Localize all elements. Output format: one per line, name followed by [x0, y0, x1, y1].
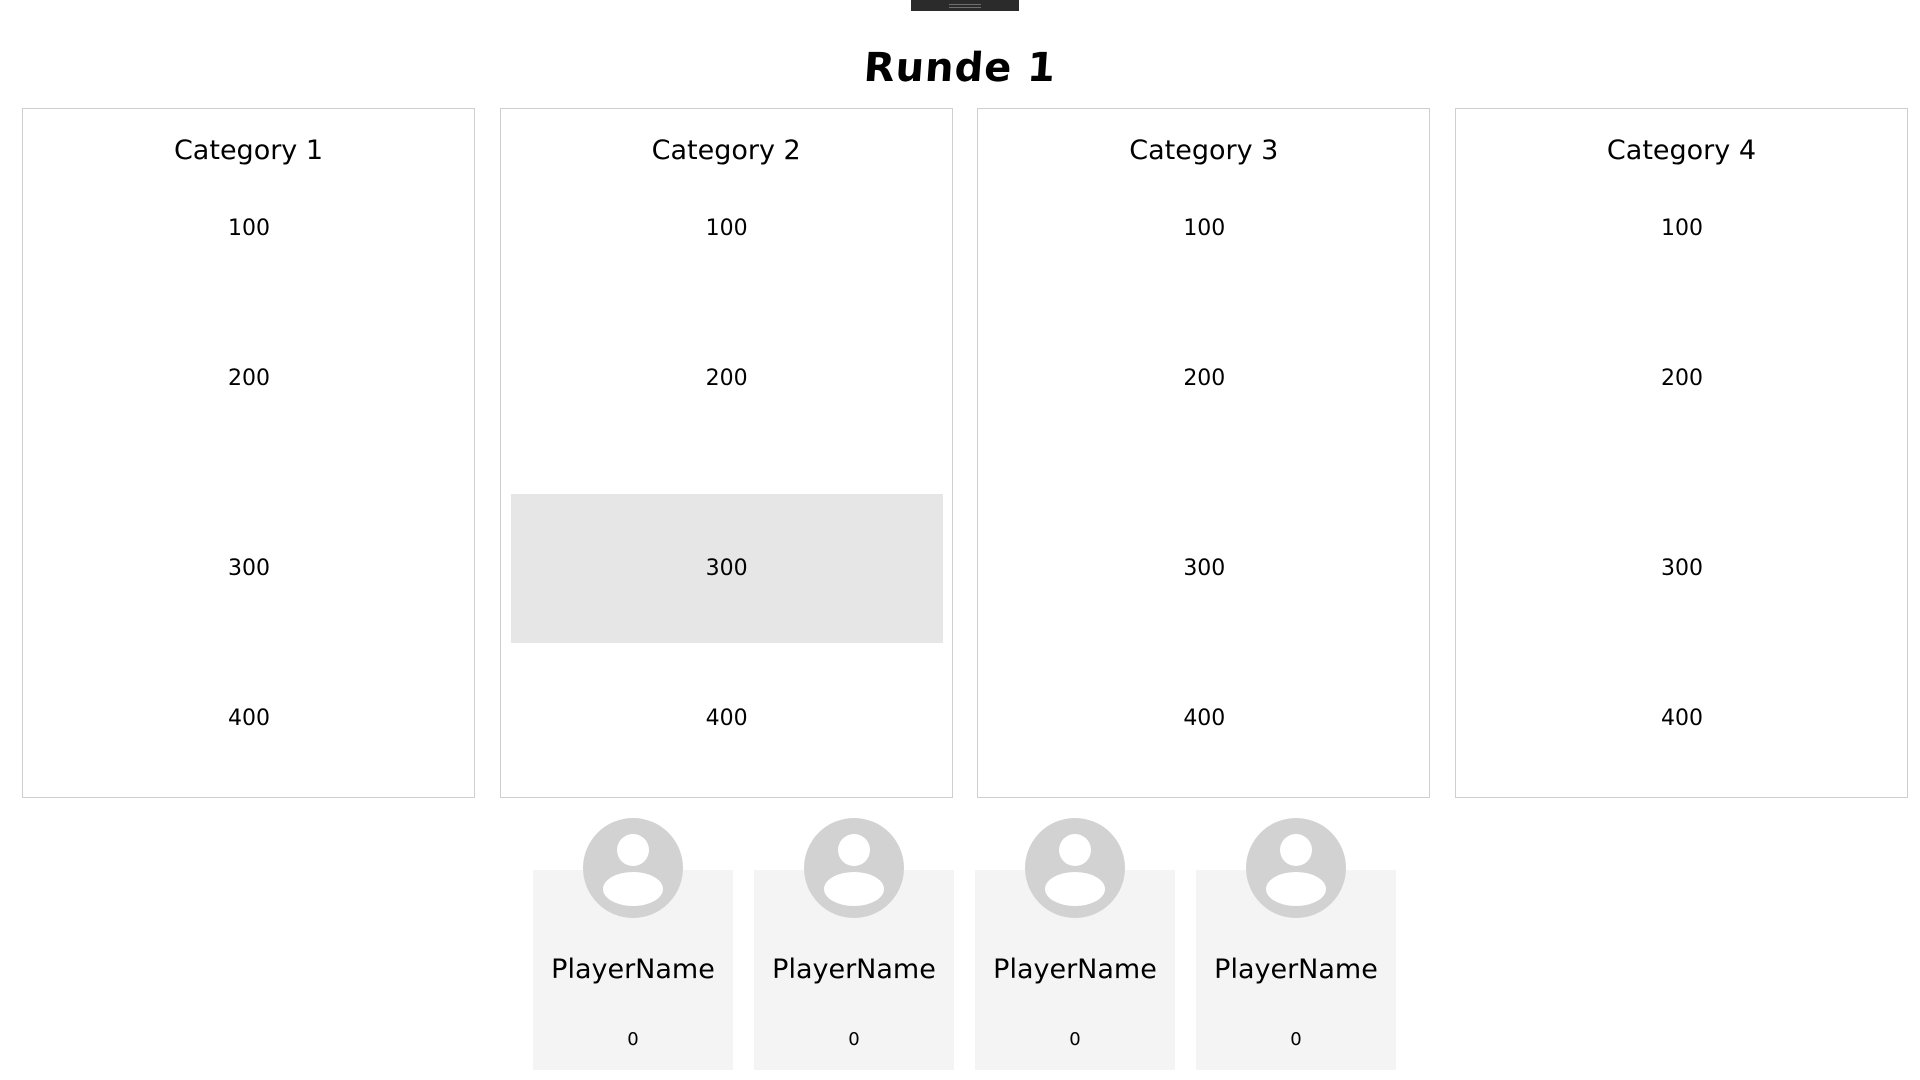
grip-line [949, 4, 981, 5]
category-board: Category 1 100 200 300 400 Category 2 10… [22, 108, 1908, 798]
avatar-body [824, 872, 884, 906]
user-avatar-icon [583, 818, 683, 918]
question-cell[interactable]: 200 [988, 304, 1420, 453]
player-card[interactable]: PlayerName 0 [754, 818, 954, 1070]
window-drag-handle[interactable] [911, 0, 1019, 11]
question-cell[interactable]: 300 [988, 494, 1420, 643]
category-column-4: Category 4 100 200 300 400 [1454, 108, 1908, 798]
avatar-body [1045, 872, 1105, 906]
avatar-head [1280, 834, 1312, 866]
player-name: PlayerName [772, 954, 936, 985]
category-column-2: Category 2 100 200 300 400 [499, 108, 953, 798]
avatar-head [838, 834, 870, 866]
round-title: Runde 1 [862, 45, 1058, 91]
category-column-1: Category 1 100 200 300 400 [22, 108, 475, 798]
question-cell[interactable]: 100 [1466, 154, 1898, 303]
question-cell[interactable]: 100 [33, 154, 465, 303]
user-avatar-icon [1246, 818, 1346, 918]
avatar-body [603, 872, 663, 906]
avatar-head [617, 834, 649, 866]
player-name: PlayerName [1214, 954, 1378, 985]
player-list: PlayerName 0 PlayerName 0 PlayerName 0 P… [533, 818, 1396, 1070]
user-avatar-icon [804, 818, 904, 918]
question-cell[interactable]: 400 [511, 644, 943, 793]
question-cell[interactable]: 300 [1466, 494, 1898, 643]
avatar-body [1266, 872, 1326, 906]
player-card[interactable]: PlayerName 0 [533, 818, 733, 1070]
game-board-page: Runde 1 Category 1 100 200 300 400 Categ… [0, 0, 1920, 1080]
player-name: PlayerName [993, 954, 1157, 985]
player-score: 0 [1069, 1029, 1081, 1050]
avatar-head [1059, 834, 1091, 866]
question-cell[interactable]: 200 [33, 304, 465, 453]
player-score: 0 [627, 1029, 639, 1050]
question-cell[interactable]: 400 [1466, 644, 1898, 793]
question-cell[interactable]: 200 [511, 304, 943, 453]
player-name: PlayerName [551, 954, 715, 985]
player-score: 0 [1290, 1029, 1302, 1050]
player-card[interactable]: PlayerName 0 [1196, 818, 1396, 1070]
player-card[interactable]: PlayerName 0 [975, 818, 1175, 1070]
grip-line [949, 7, 981, 8]
question-cell[interactable]: 100 [988, 154, 1420, 303]
question-cell[interactable]: 400 [988, 644, 1420, 793]
question-cell[interactable]: 400 [33, 644, 465, 793]
player-score: 0 [848, 1029, 860, 1050]
question-cell[interactable]: 100 [511, 154, 943, 303]
question-cell[interactable]: 200 [1466, 304, 1898, 453]
question-cell-selected[interactable]: 300 [510, 494, 943, 643]
user-avatar-icon [1025, 818, 1125, 918]
category-column-3: Category 3 100 200 300 400 [977, 108, 1431, 798]
question-cell[interactable]: 300 [33, 494, 465, 643]
